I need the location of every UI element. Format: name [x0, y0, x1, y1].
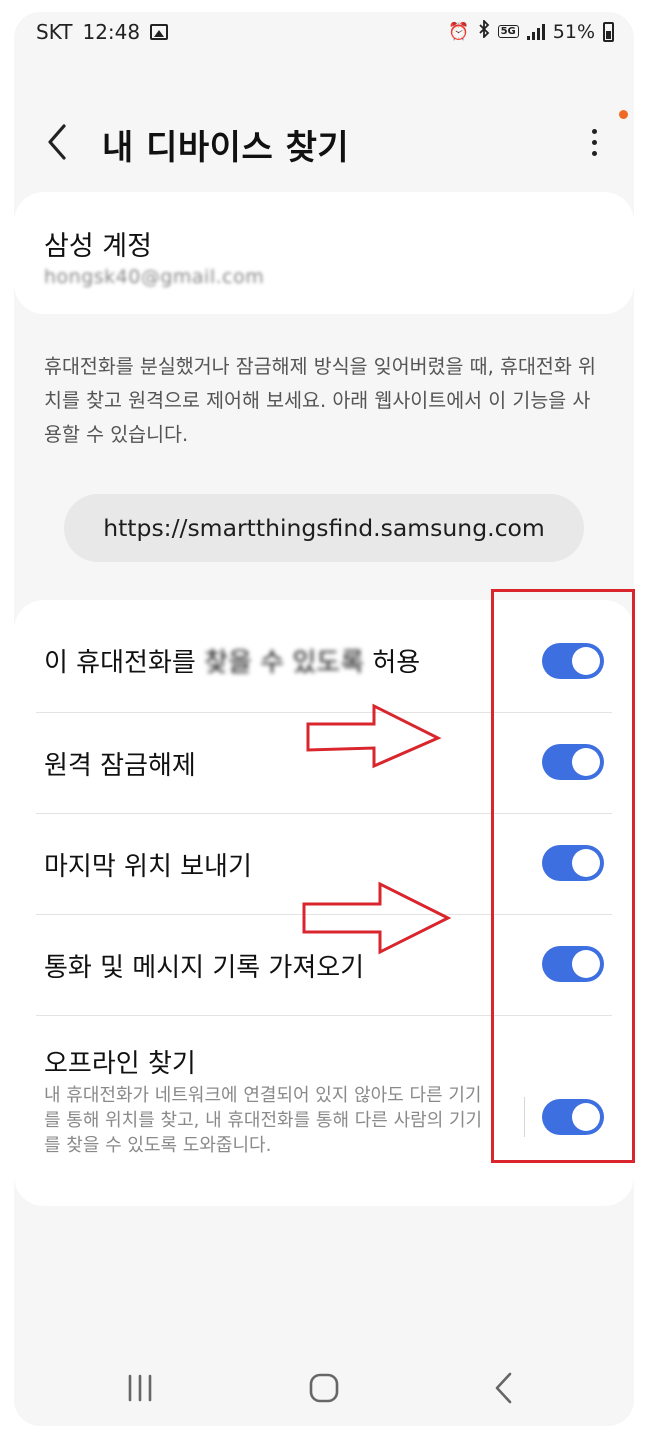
navigation-bar [14, 1358, 634, 1418]
blurred-text: 찾을 수 있도록 [204, 648, 365, 678]
bluetooth-icon [478, 18, 490, 43]
page-title: 내 디바이스 찾기 [102, 128, 350, 168]
app-header: 내 디바이스 찾기 [14, 102, 634, 182]
status-bar: SKT 12:48 ⏰ 5G 51% [14, 12, 634, 52]
toggle-import-call-message[interactable] [542, 946, 604, 982]
nav-back-button[interactable] [488, 1368, 518, 1408]
back-button[interactable] [40, 120, 76, 164]
vertical-separator [524, 1097, 525, 1137]
setting-row-offline-finding[interactable]: 오프라인 찾기 내 휴대전화가 네트워크에 연결되어 있지 않아도 다른 기기를… [14, 1015, 634, 1206]
home-icon [309, 1373, 339, 1403]
nav-back-icon [495, 1372, 512, 1404]
back-arrow-icon [48, 124, 66, 160]
setting-row-allow-find[interactable]: 이 휴대전화를 찾을 수 있도록 허용 [14, 600, 634, 712]
more-options-button[interactable] [582, 120, 606, 164]
recents-button[interactable] [122, 1368, 158, 1408]
recents-icon [128, 1374, 152, 1402]
home-button[interactable] [306, 1370, 342, 1406]
phone-screen: SKT 12:48 ⏰ 5G 51% 내 디바이스 찾기 삼성 계정 hongs… [14, 12, 634, 1426]
samsung-account-card[interactable]: 삼성 계정 hongsk40@gmail.com [14, 192, 634, 314]
setting-label: 오프라인 찾기 [44, 1049, 196, 1079]
setting-label: 이 휴대전화를 찾을 수 있도록 허용 [44, 648, 421, 678]
battery-percent: 51% [552, 20, 595, 43]
alarm-icon: ⏰ [448, 21, 470, 42]
carrier-label: SKT [36, 20, 73, 44]
setting-label: 마지막 위치 보내기 [44, 852, 252, 882]
website-link[interactable]: https://smartthingsfind.samsung.com [64, 494, 584, 562]
battery-icon [603, 21, 614, 42]
setting-label: 원격 잠금해제 [44, 751, 196, 781]
toggle-send-last-location[interactable] [542, 845, 604, 881]
account-title: 삼성 계정 [44, 231, 152, 262]
setting-row-remote-unlock[interactable]: 원격 잠금해제 [14, 712, 634, 813]
description-text: 휴대전화를 분실했거나 잠금해제 방식을 잊어버렸을 때, 휴대전화 위치를 찾… [44, 355, 596, 446]
account-email: hongsk40@gmail.com [44, 266, 265, 288]
image-icon [150, 24, 169, 40]
setting-row-import-call-message[interactable]: 통화 및 메시지 기록 가져오기 [14, 914, 634, 1015]
setting-row-send-last-location[interactable]: 마지막 위치 보내기 [14, 813, 634, 914]
toggle-remote-unlock[interactable] [542, 744, 604, 780]
toggle-allow-find[interactable] [542, 643, 604, 679]
setting-label: 통화 및 메시지 기록 가져오기 [44, 953, 365, 983]
more-options-icon [591, 128, 597, 134]
signal-icon [526, 23, 545, 40]
toggle-offline-finding[interactable] [542, 1099, 604, 1135]
notification-dot [619, 110, 628, 119]
network-type: 5G [497, 25, 519, 38]
settings-card: 이 휴대전화를 찾을 수 있도록 허용 원격 잠금해제 마지막 위치 보내기 통… [14, 600, 634, 1206]
clock: 12:48 [82, 20, 141, 44]
setting-description: 내 휴대전화가 네트워크에 연결되어 있지 않아도 다른 기기를 통해 위치를 … [44, 1085, 483, 1156]
